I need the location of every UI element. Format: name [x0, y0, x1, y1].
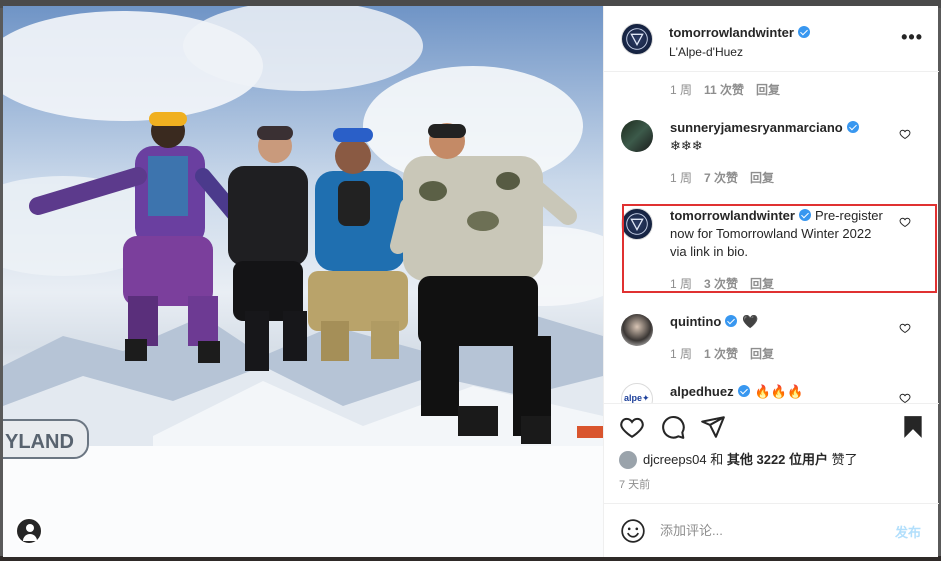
author-username[interactable]: tomorrowlandwinter: [669, 25, 810, 40]
emoji-icon[interactable]: [620, 518, 646, 544]
comment-icon[interactable]: [660, 414, 686, 440]
comment-input[interactable]: [660, 519, 880, 541]
verified-badge-icon: [797, 26, 810, 38]
post-side-panel: tomorrowlandwinter L'Alpe-d'Huez ••• 1 周…: [603, 6, 939, 557]
post-header: tomorrowlandwinter L'Alpe-d'Huez •••: [604, 6, 939, 72]
reply-button[interactable]: 回复: [750, 171, 774, 185]
comment-time[interactable]: 1 周: [670, 83, 692, 97]
comment-likes[interactable]: 1 次赞: [704, 347, 738, 361]
author-avatar[interactable]: [621, 23, 653, 55]
user-tag-icon[interactable]: [15, 517, 43, 545]
more-icon[interactable]: •••: [901, 28, 923, 46]
likes-others-link[interactable]: 其他 3222 位用户: [727, 452, 828, 467]
tomorrowland-logo-icon: [626, 28, 648, 50]
comment-text: 🖤: [742, 314, 759, 329]
comment-likes[interactable]: 11 次赞: [704, 83, 744, 97]
post-location[interactable]: L'Alpe-d'Huez: [669, 45, 743, 59]
banner-text: YLAND: [5, 431, 74, 453]
commenter-avatar[interactable]: [621, 314, 653, 346]
commenter-username[interactable]: alpedhuez: [670, 384, 734, 399]
liker-username[interactable]: djcreeps04: [643, 452, 707, 467]
comment-time[interactable]: 1 周: [670, 171, 692, 185]
reply-button[interactable]: 回复: [750, 347, 774, 361]
post-comment-button[interactable]: 发布: [895, 522, 921, 541]
comment-body: alpedhuez 🔥🔥🔥: [670, 383, 890, 401]
post-photo[interactable]: YLAND: [3, 6, 603, 557]
comment-likes[interactable]: 7 次赞: [704, 171, 738, 185]
commenter-avatar[interactable]: [621, 120, 653, 152]
comment-like-heart-icon[interactable]: [899, 322, 911, 334]
comment-text: ❄❄❄: [670, 138, 703, 153]
comment-meta: 1 周 7 次赞 回复: [670, 169, 774, 186]
verified-badge-icon: [737, 385, 750, 397]
author-username-text[interactable]: tomorrowlandwinter: [669, 25, 794, 40]
commenter-username[interactable]: sunneryjamesryanmarciano: [670, 120, 843, 135]
comment-like-heart-icon[interactable]: [899, 392, 911, 403]
likes-and-text: 和: [710, 452, 724, 467]
comment-meta: 1 周 1 次赞 回复: [670, 345, 774, 362]
commenter-username[interactable]: quintino: [670, 314, 721, 329]
verified-badge-icon: [846, 121, 859, 133]
add-comment-bar: 发布: [604, 503, 939, 557]
likes-summary: djcreeps04 和 其他 3222 位用户 赞了: [619, 449, 858, 469]
likes-suffix-text: 赞了: [831, 452, 858, 467]
liker-avatar[interactable]: [619, 451, 637, 469]
comment-body: quintino 🖤: [670, 313, 890, 331]
comment-body: sunneryjamesryanmarciano ❄❄❄: [670, 119, 890, 155]
bookmark-icon[interactable]: [900, 414, 926, 440]
skier-2: [228, 126, 308, 371]
commenter-avatar[interactable]: alpe✦: [621, 383, 653, 403]
highlight-box: [622, 204, 937, 293]
comment-meta: 1 周 11 次赞 回复: [670, 81, 780, 98]
share-icon[interactable]: [700, 414, 726, 440]
post-time[interactable]: 7 天前: [619, 476, 650, 492]
alpe-logo-text: alpe✦: [624, 393, 650, 403]
post-actions: djcreeps04 和 其他 3222 位用户 赞了 7 天前: [604, 403, 939, 503]
photo-scene: YLAND: [3, 6, 603, 557]
verified-badge-icon: [725, 315, 738, 327]
reply-button[interactable]: 回复: [756, 83, 780, 97]
heart-icon[interactable]: [619, 414, 645, 440]
comment-like-heart-icon[interactable]: [899, 128, 911, 140]
post-modal: YLAND tomorrowlandwinter L'Alpe-d'Huez •…: [3, 6, 939, 557]
comment-text: 🔥🔥🔥: [754, 384, 804, 399]
comment-time[interactable]: 1 周: [670, 347, 692, 361]
